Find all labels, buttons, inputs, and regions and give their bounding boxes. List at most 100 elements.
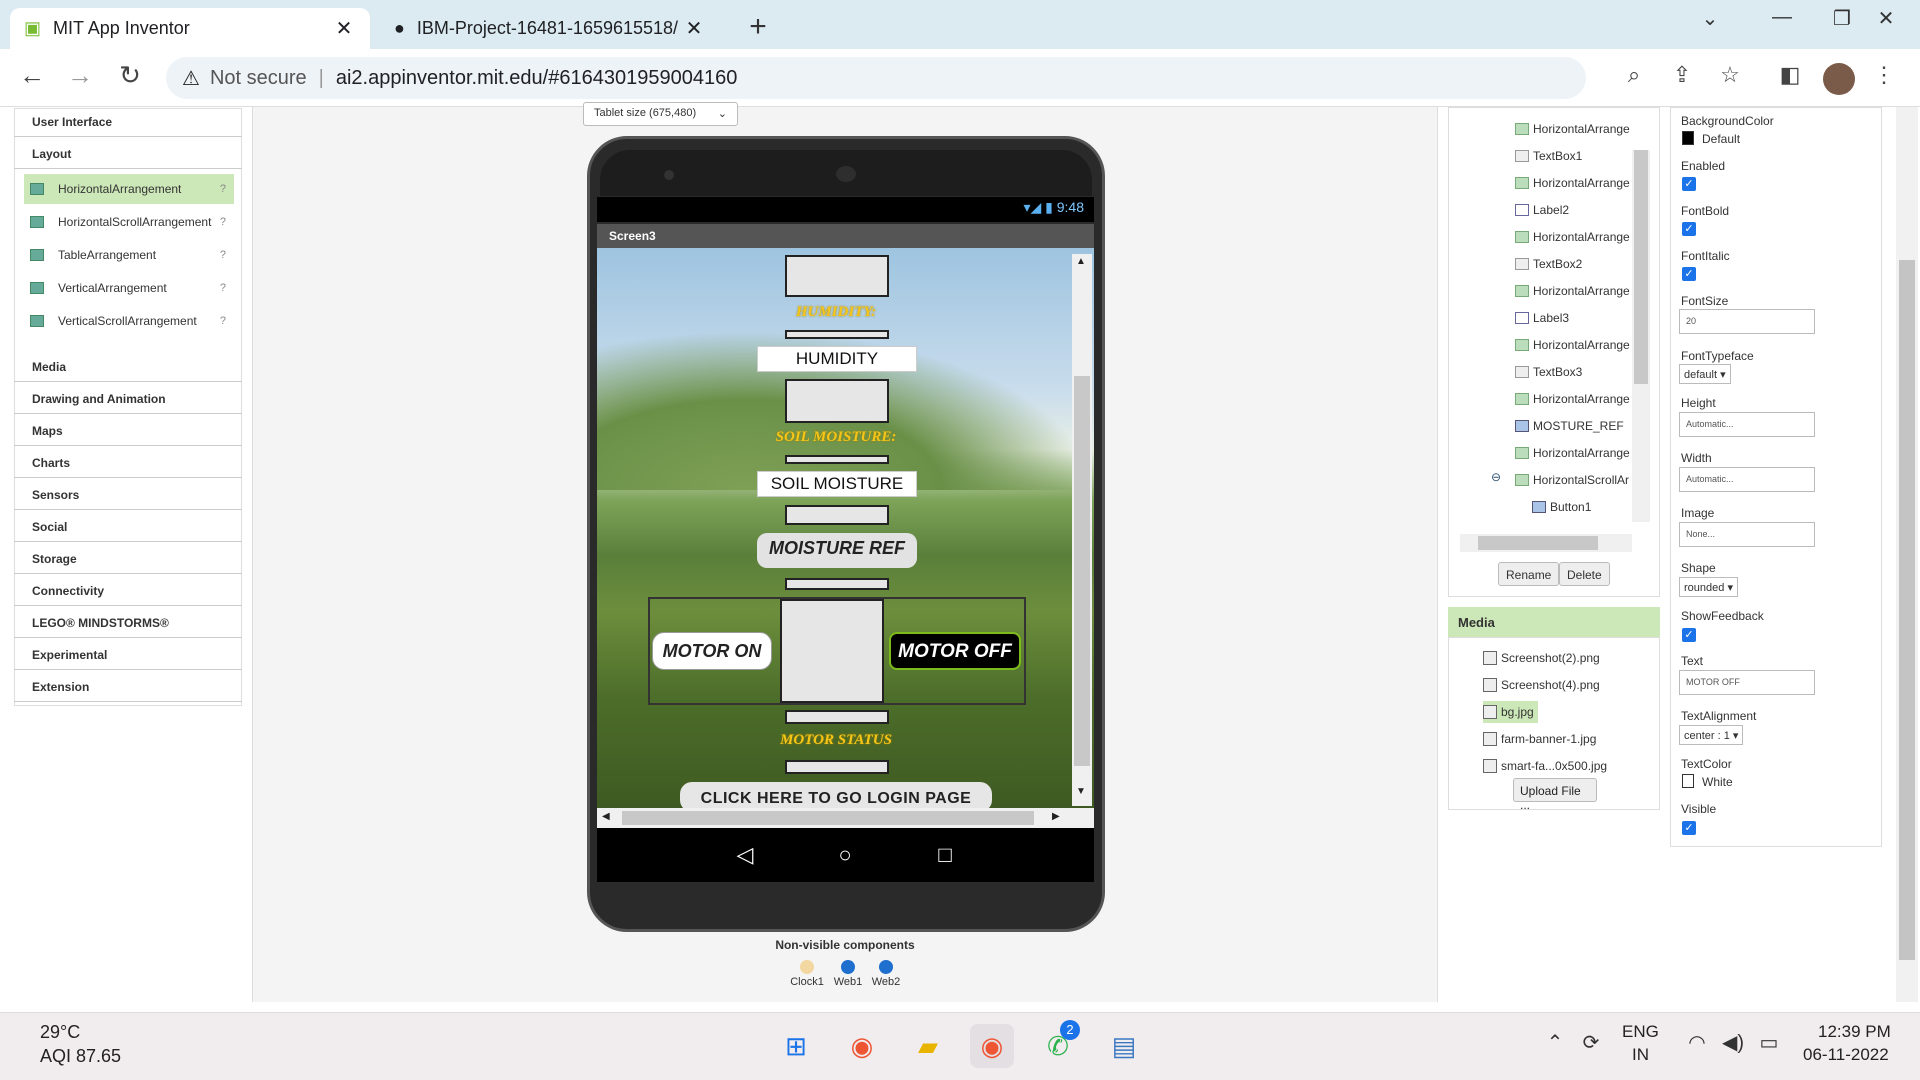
palette-item-verticalarrangement[interactable]: VerticalArrangement ? [24,273,234,303]
prop-value[interactable]: White [1702,775,1733,789]
close-tab-icon[interactable]: ✕ [682,16,706,41]
omnibox[interactable]: ⚠ Not secure | ai2.appinventor.mit.edu/#… [166,57,1586,99]
color-swatch[interactable] [1682,131,1694,145]
text-input[interactable]: MOTOR OFF [1679,670,1815,695]
shape-dropdown[interactable]: rounded ▾ [1679,577,1738,597]
wifi-icon[interactable]: ◠ [1682,1030,1712,1055]
palette-category-extension[interactable]: Extension [14,672,242,702]
tree-item[interactable]: HorizontalArrange [1515,335,1630,355]
height-input[interactable]: Automatic... [1679,412,1815,437]
restore-icon[interactable]: ❐ [1822,6,1862,31]
upload-file-button[interactable]: Upload File ... [1513,778,1597,812]
help-icon[interactable]: ? [220,282,226,294]
zoom-icon[interactable]: ⌕ [1616,62,1652,88]
close-window-icon[interactable]: ✕ [1866,6,1906,31]
palette-category-user-interface[interactable]: User Interface [14,107,242,137]
palette-item-tablearrangement[interactable]: TableArrangement ? [24,240,234,270]
humidity-textbox[interactable]: HUMIDITY [757,346,917,372]
showfeedback-checkbox[interactable]: ✓ [1682,628,1696,642]
share-icon[interactable]: ⇪ [1664,62,1700,88]
tree-item[interactable]: TextBox1 [1515,146,1582,166]
spacer-arrangement[interactable] [785,578,889,590]
image-placeholder[interactable] [785,255,889,297]
show-hidden-icons[interactable]: ⌃ [1540,1030,1570,1055]
windows-start-icon[interactable]: ⊞ [774,1024,818,1068]
palette-item-horizontalscrollarrangement[interactable]: HorizontalScrollArrangement ? [24,207,234,237]
tree-item[interactable]: Label2 [1515,200,1569,220]
tree-item[interactable]: HorizontalArrange [1515,389,1630,409]
minimize-icon[interactable]: — [1762,6,1802,29]
palette-category-layout[interactable]: Layout [14,139,242,169]
media-file[interactable]: Screenshot(4).png [1483,674,1600,696]
width-input[interactable]: Automatic... [1679,467,1815,492]
help-icon[interactable]: ? [220,315,226,327]
language-region[interactable]: IN [1632,1045,1649,1065]
typeface-dropdown[interactable]: default ▾ [1679,364,1731,384]
help-icon[interactable]: ? [220,183,226,195]
weather-aqi[interactable]: AQI 87.65 [40,1046,121,1067]
spacer-arrangement[interactable] [785,330,889,339]
media-file[interactable]: smart-fa...0x500.jpg [1483,755,1607,777]
tree-item[interactable]: HorizontalArrange [1515,173,1630,193]
palette-category-experimental[interactable]: Experimental [14,640,242,670]
chrome-active-icon[interactable]: ◉ [970,1024,1014,1068]
palette-category-storage[interactable]: Storage [14,544,242,574]
screen-size-dropdown[interactable]: Tablet size (675,480) ⌄ [583,102,738,126]
chrome-icon[interactable]: ◉ [840,1024,884,1068]
palette-category-media[interactable]: Media [14,352,242,382]
palette-category-lego[interactable]: LEGO® MINDSTORMS® [14,608,242,638]
scrollbar-thumb[interactable] [1634,150,1648,384]
tree-item[interactable]: HorizontalArrange [1515,443,1630,463]
fontitalic-checkbox[interactable]: ✓ [1682,267,1696,281]
tree-item[interactable]: TextBox2 [1515,254,1582,274]
new-tab-button[interactable]: + [740,10,776,44]
scroll-right-icon[interactable]: ▶ [1052,811,1060,822]
soil-moisture-label[interactable]: SOIL MOISTURE: [700,429,972,446]
image-placeholder[interactable] [785,379,889,423]
image-input[interactable]: None... [1679,522,1815,547]
weather-temperature[interactable]: 29°C [40,1022,80,1043]
python-icon[interactable]: ▤ [1102,1024,1146,1068]
tab-mit-app-inventor[interactable]: ▣ MIT App Inventor ✕ [10,8,370,49]
recents-nav-icon[interactable]: □ [925,842,965,868]
scrollbar-thumb[interactable] [622,811,1034,825]
tree-item[interactable]: HorizontalArrange [1515,281,1630,301]
help-icon[interactable]: ? [220,249,226,261]
scrollbar-thumb[interactable] [1478,536,1598,550]
tab-search-icon[interactable]: ⌄ [1690,6,1730,31]
media-file[interactable]: farm-banner-1.jpg [1483,728,1596,750]
prop-value[interactable]: Default [1702,132,1740,146]
humidity-label[interactable]: HUMIDITY: [700,304,972,321]
menu-icon[interactable]: ⋮ [1866,62,1902,88]
spacer-arrangement[interactable] [785,455,889,464]
rename-button[interactable]: Rename [1498,562,1560,586]
clock-time[interactable]: 12:39 PM [1818,1022,1891,1042]
close-tab-icon[interactable]: ✕ [332,16,356,41]
profile-avatar[interactable] [1823,63,1855,95]
soil-moisture-textbox[interactable]: SOIL MOISTURE [757,471,917,497]
back-icon[interactable]: ← [12,60,52,91]
delete-button[interactable]: Delete [1559,562,1610,586]
language-indicator[interactable]: ENG [1622,1022,1659,1042]
tree-item[interactable]: Label3 [1515,308,1569,328]
side-panel-icon[interactable]: ◧ [1772,62,1808,88]
tab-github[interactable]: ● IBM-Project-16481-1659615518/ ✕ [380,8,720,49]
scrollbar-thumb[interactable] [1899,260,1915,960]
tree-item[interactable]: TextBox3 [1515,362,1582,382]
spacer-arrangement[interactable] [785,710,889,724]
tree-item[interactable]: HorizontalArrange [1515,119,1630,139]
palette-item-horizontalarrangement[interactable]: HorizontalArrangement ? [24,174,234,204]
media-file[interactable]: bg.jpg [1483,701,1538,723]
scroll-down-icon[interactable]: ▼ [1076,786,1086,797]
color-swatch[interactable] [1682,774,1694,788]
moisture-ref-button[interactable]: MOISTURE REF [757,533,917,568]
motor-on-button[interactable]: MOTOR ON [652,632,772,670]
reload-icon[interactable]: ↻ [110,60,150,91]
palette-item-verticalscrollarrangement[interactable]: VerticalScrollArrangement ? [24,306,234,336]
media-file[interactable]: Screenshot(2).png [1483,647,1600,669]
collapse-icon[interactable]: ⊖ [1491,470,1501,484]
tree-item[interactable]: HorizontalScrollAr [1515,470,1629,490]
visible-checkbox[interactable]: ✓ [1682,821,1696,835]
motor-status-label[interactable]: MOTOR STATUS [700,732,972,749]
nonvisible-web2[interactable]: Web2 [861,960,911,988]
